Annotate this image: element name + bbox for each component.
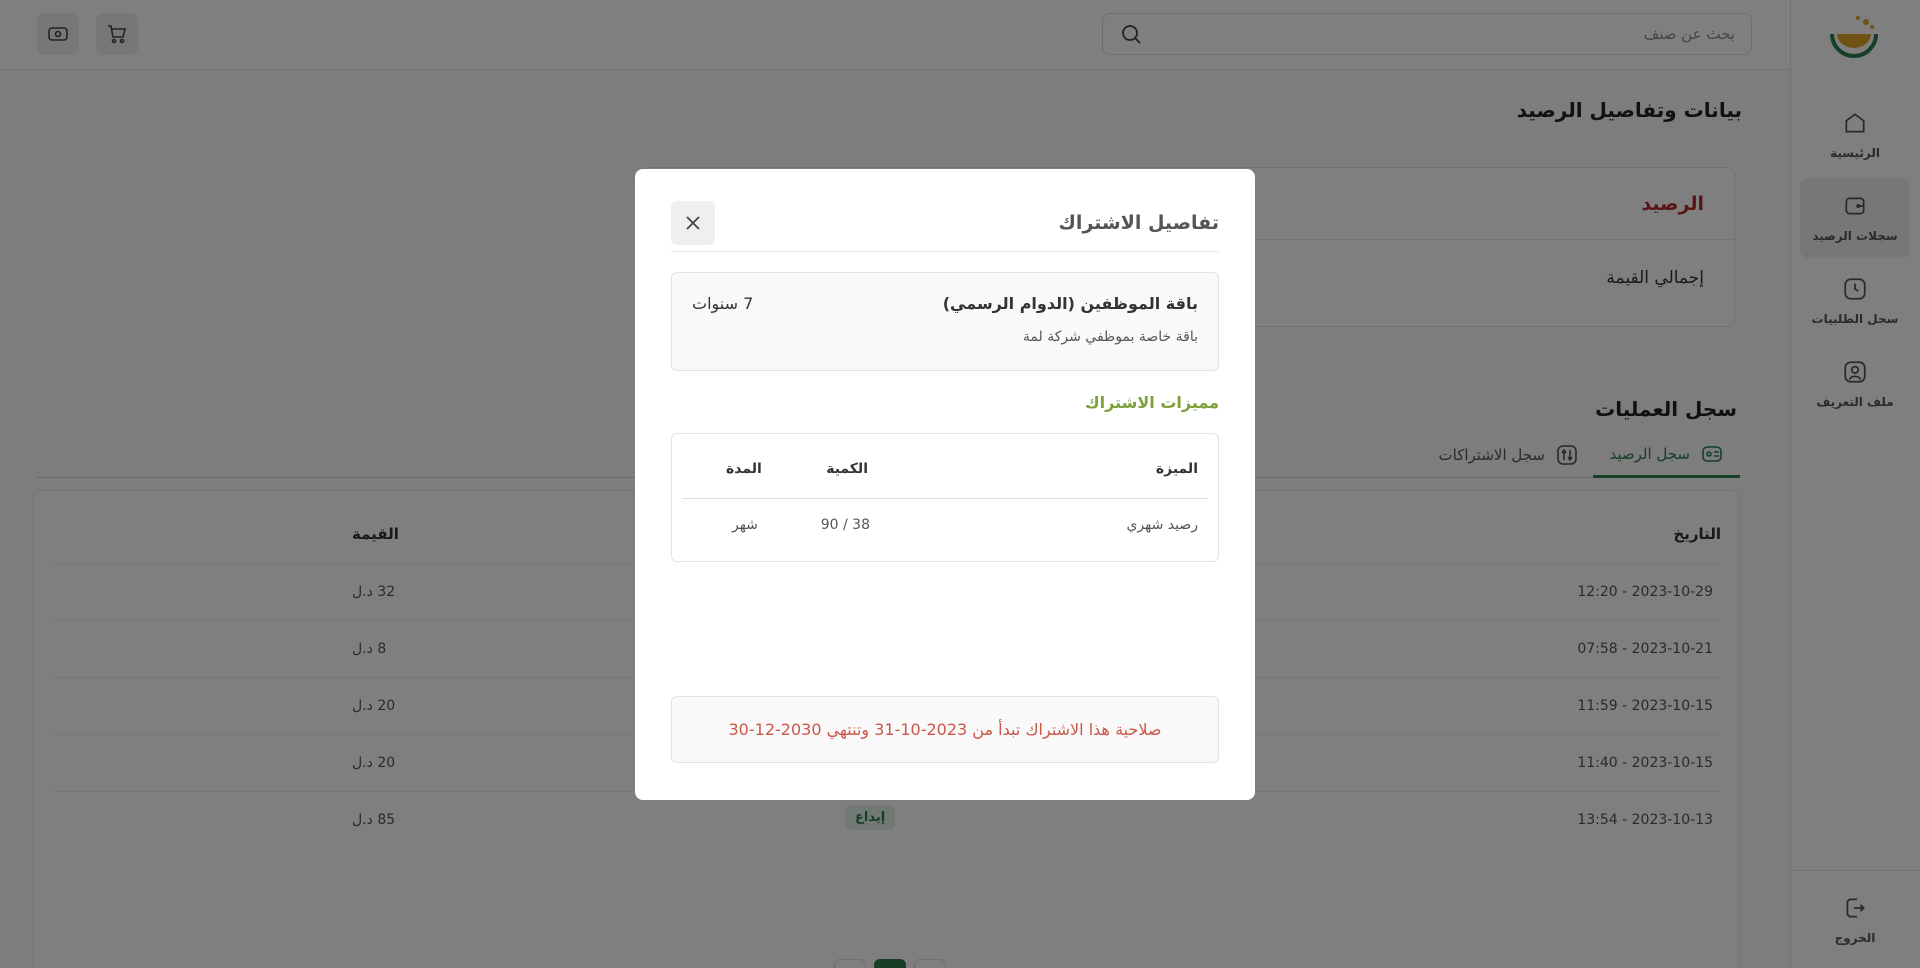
feature-quantity: 38 / 90	[820, 517, 870, 533]
plan-duration: 7 سنوات	[692, 294, 754, 313]
plan-summary: باقة الموظفين (الدوام الرسمي) باقة خاصة …	[671, 272, 1219, 371]
modal-title: تفاصيل الاشتراك	[1058, 212, 1219, 234]
features-table-row: رصيد شهري 38 / 90 شهر	[682, 499, 1208, 554]
feature-name: رصيد شهري	[1126, 517, 1198, 533]
plan-name: باقة الموظفين (الدوام الرسمي)	[942, 294, 1198, 313]
column-header-period: المدة	[726, 461, 762, 477]
column-header-quantity: الكمية	[826, 461, 868, 477]
plan-description: باقة خاصة بموظفي شركة لمة	[1022, 329, 1198, 345]
validity-notice: صلاحية هذا الاشتراك تبدأ من 2023-10-31 و…	[671, 696, 1219, 763]
features-title: مميزات الاشتراك	[1084, 393, 1219, 412]
features-table-header: الميزة الكمية المدة	[682, 434, 1208, 499]
features-table: الميزة الكمية المدة رصيد شهري 38 / 90 شه…	[671, 433, 1219, 562]
column-header-feature: الميزة	[1155, 461, 1198, 477]
feature-period: شهر	[732, 517, 758, 533]
close-icon	[684, 214, 702, 232]
close-button[interactable]	[671, 201, 715, 245]
subscription-details-modal: تفاصيل الاشتراك باقة الموظفين (الدوام ال…	[635, 169, 1255, 800]
modal-header: تفاصيل الاشتراك	[671, 169, 1219, 252]
